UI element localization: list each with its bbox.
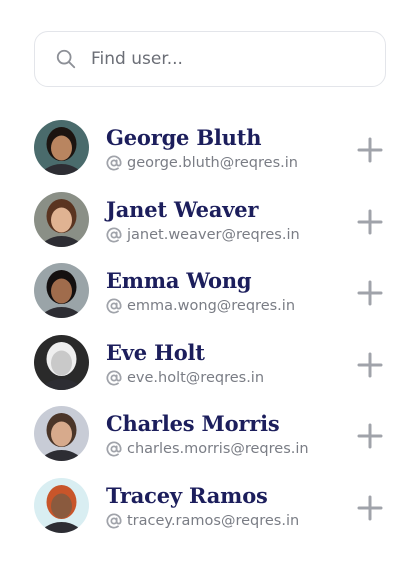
- plus-icon: [357, 137, 383, 163]
- at-sign-icon: [106, 512, 122, 529]
- plus-icon: [357, 352, 383, 377]
- user-list: George Bluth george.bluth@reqres.in Jane…: [0, 112, 409, 541]
- avatar: [34, 406, 89, 461]
- at-sign-icon: [106, 298, 122, 314]
- email-line: janet.weaver@reqres.in: [106, 227, 300, 243]
- user-email: janet.weaver@reqres.in: [127, 226, 300, 243]
- search-input[interactable]: [91, 49, 371, 69]
- search-box[interactable]: [34, 31, 386, 87]
- at-sign-icon: [106, 155, 122, 171]
- user-row: Charles Morris charles.morris@reqres.in: [0, 398, 409, 470]
- user-row: Tracey Ramos tracey.ramos@reqres.in: [0, 470, 409, 542]
- avatar: [34, 334, 89, 390]
- user-email: charles.morris@reqres.in: [127, 441, 309, 457]
- email-line: emma.wong@reqres.in: [106, 298, 295, 314]
- user-name: George Bluth: [106, 125, 262, 150]
- avatar: [34, 477, 89, 533]
- user-email: eve.holt@reqres.in: [127, 369, 265, 386]
- user-name: Charles Morris: [106, 411, 280, 436]
- email-line: tracey.ramos@reqres.in: [106, 513, 299, 529]
- at-sign-icon: [106, 369, 122, 386]
- user-name: Tracey Ramos: [106, 482, 268, 508]
- at-sign-icon: [106, 441, 122, 457]
- plus-icon: [357, 495, 383, 520]
- user-row: Janet Weaver janet.weaver@reqres.in: [0, 184, 409, 256]
- at-sign-icon: [106, 226, 122, 243]
- avatar: [34, 263, 89, 318]
- search-icon: [56, 49, 76, 69]
- user-row: Emma Wong emma.wong@reqres.in: [0, 255, 409, 327]
- plus-icon: [357, 209, 383, 234]
- user-row: George Bluth george.bluth@reqres.in: [0, 112, 409, 184]
- add-user-button[interactable]: [356, 422, 384, 450]
- user-name: Janet Weaver: [106, 196, 259, 222]
- user-row: Eve Holt eve.holt@reqres.in: [0, 327, 409, 399]
- avatar: [34, 191, 89, 247]
- add-user-button[interactable]: [356, 494, 384, 522]
- avatar: [34, 120, 89, 175]
- user-email: emma.wong@reqres.in: [127, 298, 296, 314]
- email-line: george.bluth@reqres.in: [106, 155, 298, 171]
- user-email: tracey.ramos@reqres.in: [127, 512, 300, 529]
- add-user-button[interactable]: [356, 136, 384, 164]
- user-name: Eve Holt: [106, 339, 205, 365]
- add-user-button[interactable]: [356, 279, 384, 307]
- user-email: george.bluth@reqres.in: [127, 155, 298, 171]
- plus-icon: [357, 423, 383, 449]
- add-user-button[interactable]: [356, 208, 384, 236]
- plus-icon: [357, 280, 383, 306]
- email-line: charles.morris@reqres.in: [106, 441, 309, 457]
- add-user-button[interactable]: [356, 351, 384, 379]
- user-name: Emma Wong: [106, 268, 252, 293]
- email-line: eve.holt@reqres.in: [106, 370, 264, 386]
